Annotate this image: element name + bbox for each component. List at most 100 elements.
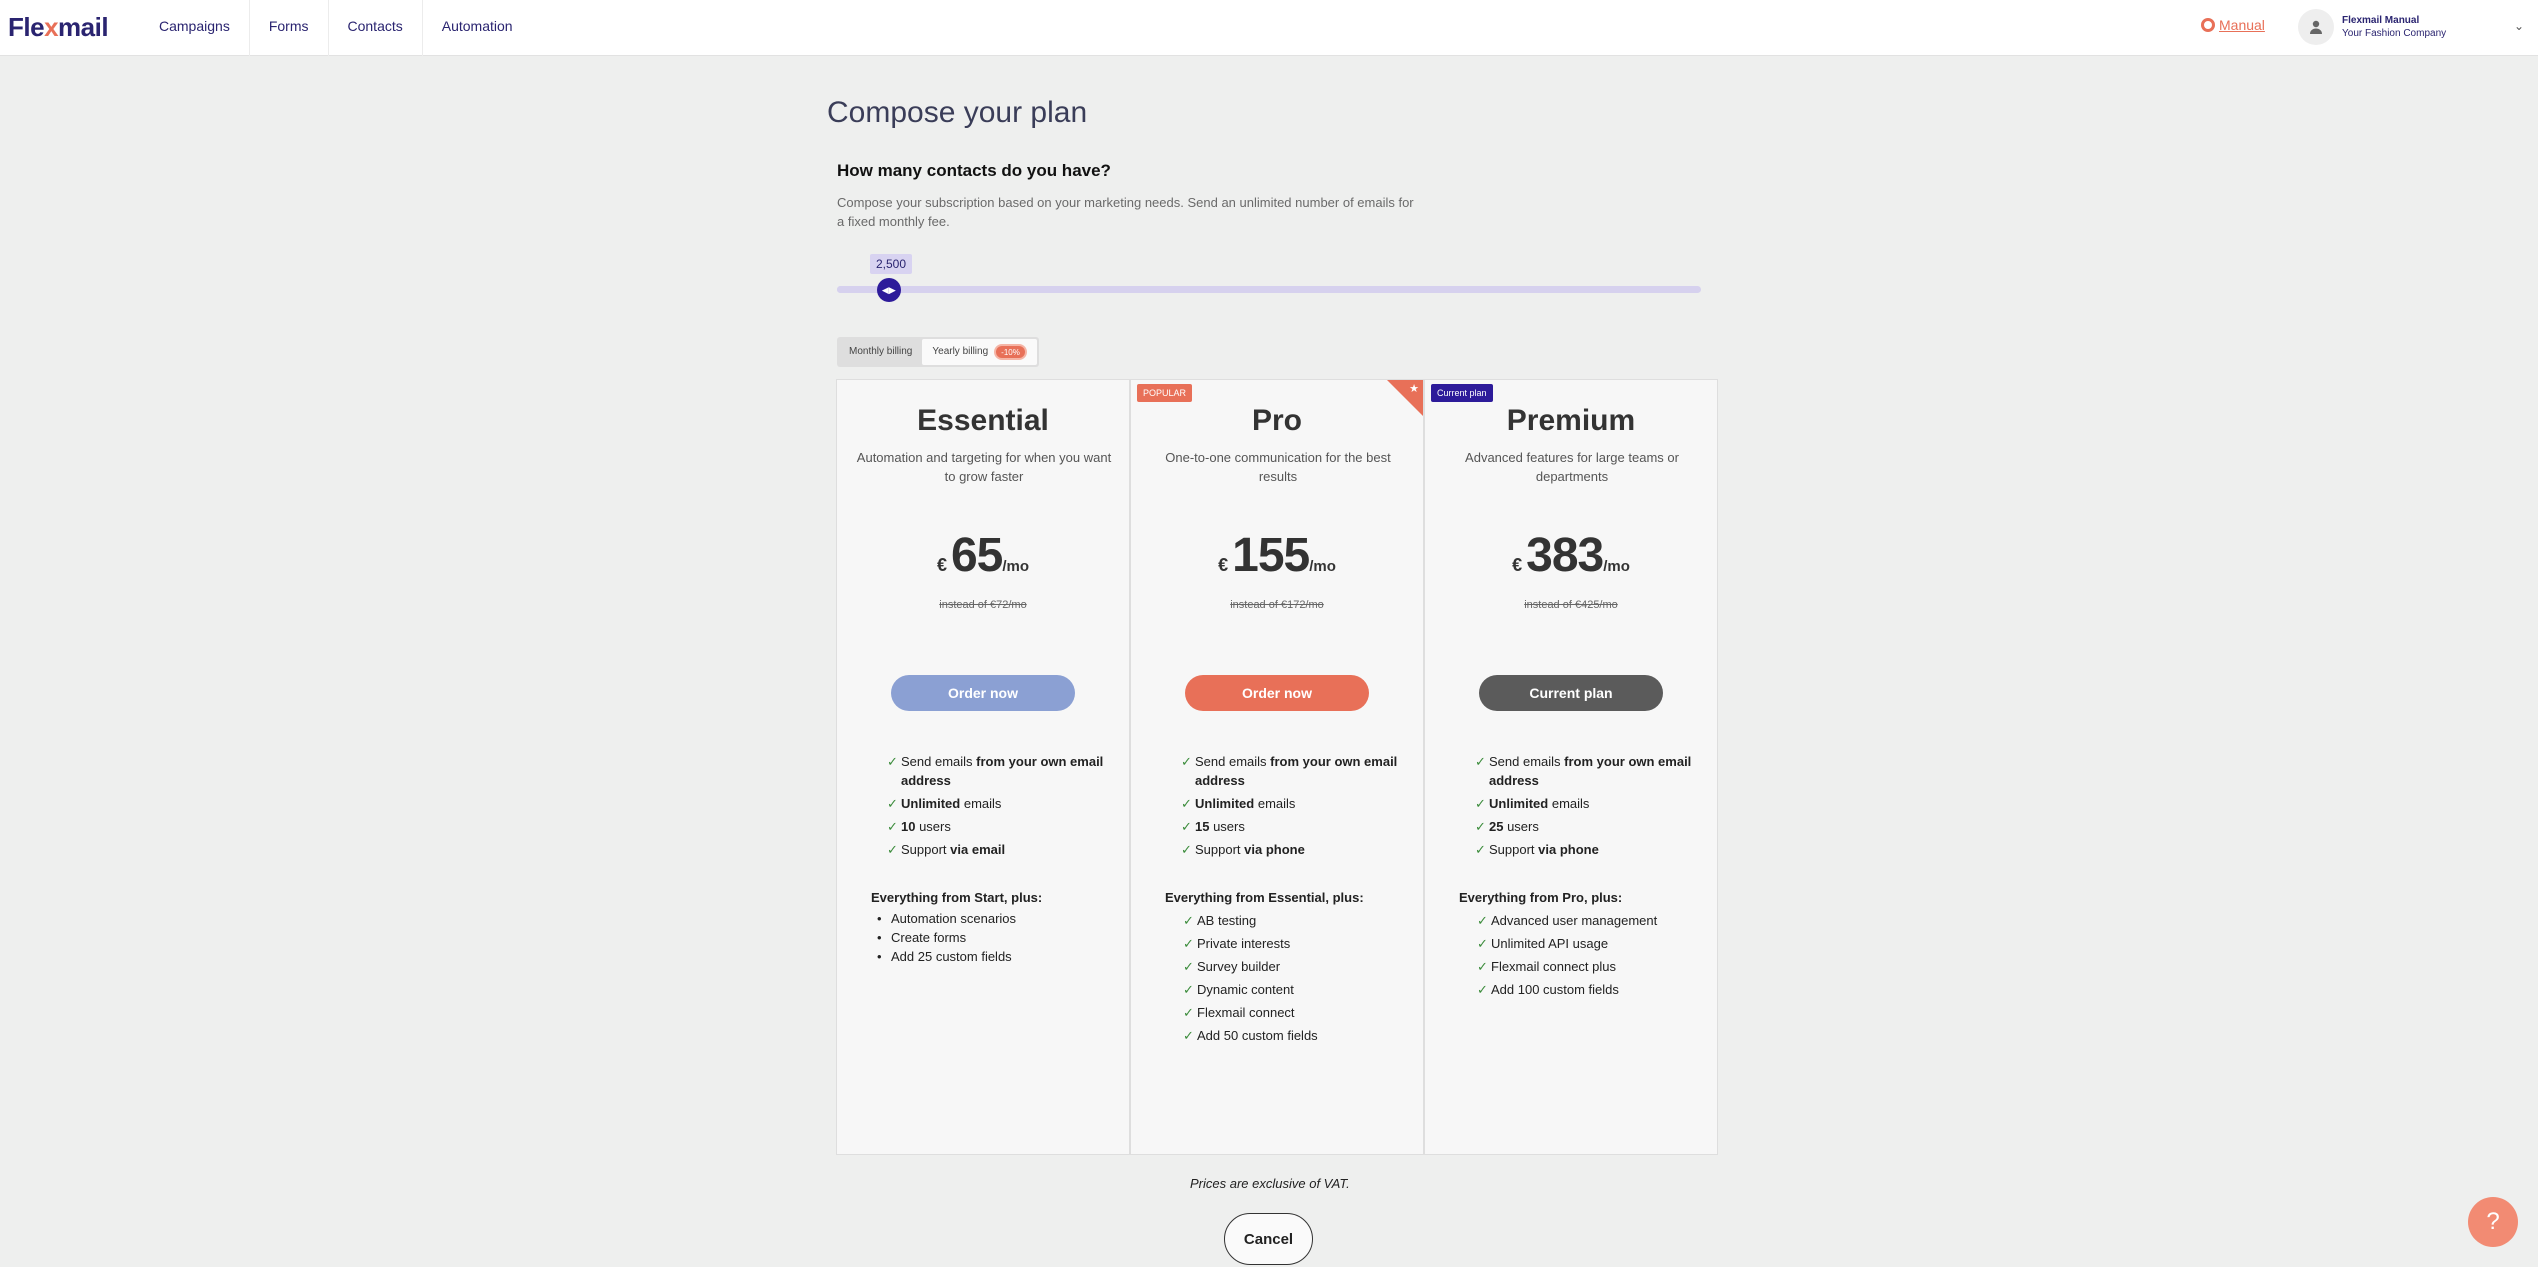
feature-item: ✓ 10 users: [887, 817, 1107, 836]
yearly-billing-label: Yearly billing: [932, 346, 989, 357]
feature-item: ✓ Unlimited emails: [1181, 794, 1401, 813]
extras-list: ✓ AB testing ✓ Private interests ✓ Survey b…: [1165, 911, 1415, 1049]
check-icon: ✓: [1183, 959, 1194, 974]
check-icon: ✓: [1181, 819, 1192, 834]
check-icon: ✓: [1477, 959, 1488, 974]
feature-text: Send emails: [901, 754, 977, 769]
old-price: instead of €425/mo: [1524, 599, 1618, 611]
flexmail-logo[interactable]: Flexmail: [8, 12, 109, 43]
yearly-billing-option[interactable]: Yearly billing -10%: [922, 339, 1037, 365]
extras-list: • Automation scenarios • Create forms • Add…: [871, 909, 1121, 966]
star-icon: ★: [1409, 383, 1419, 395]
check-icon: ✓: [887, 819, 898, 834]
manual-link-label: Manual: [2219, 17, 2265, 33]
manual-link[interactable]: Manual: [2201, 17, 2265, 33]
check-icon: ✓: [1183, 936, 1194, 951]
extra-item: ✓ Unlimited API usage: [1459, 934, 1709, 953]
extras-title: Everything from Start, plus:: [871, 890, 1043, 905]
extra-item: • Add 25 custom fields: [871, 947, 1121, 966]
logo-text-prefix: Fle: [8, 12, 45, 42]
extra-text: Unlimited API usage: [1491, 936, 1609, 951]
avatar: [2298, 9, 2334, 45]
feature-bold-text: Unlimited: [1195, 796, 1255, 811]
extra-item: ✓ Private interests: [1165, 934, 1415, 953]
extras-list: ✓ Advanced user management ✓ Unlimited API…: [1459, 911, 1709, 1003]
main-nav: Campaigns Forms Contacts Automation: [140, 0, 532, 56]
user-account-menu[interactable]: Flexmail Manual Your Fashion Company ⌄: [2298, 6, 2524, 48]
contacts-question: How many contacts do you have?: [837, 161, 1111, 180]
nav-item-forms[interactable]: Forms: [250, 0, 329, 56]
feature-item: ✓ Send emails from your own email address: [887, 752, 1107, 790]
feature-list: ✓ Send emails from your own email address…: [1181, 752, 1401, 863]
feature-bold-text: Unlimited: [901, 796, 961, 811]
extra-text: Survey builder: [1197, 959, 1281, 974]
old-price: instead of €172/mo: [1230, 599, 1324, 611]
check-icon: ✓: [1475, 796, 1486, 811]
feature-item: ✓ 15 users: [1181, 817, 1401, 836]
feature-text: emails: [1254, 796, 1296, 811]
feature-list: ✓ Send emails from your own email address…: [1475, 752, 1695, 863]
plan-price: € 383 /mo: [1425, 528, 1717, 583]
extra-item: ✓ Add 50 custom fields: [1165, 1026, 1415, 1045]
order-now-button[interactable]: Order now: [891, 675, 1075, 711]
extra-item: ✓ Dynamic content: [1165, 980, 1415, 999]
nav-item-campaigns[interactable]: Campaigns: [140, 0, 250, 56]
extra-text: Automation scenarios: [891, 911, 1017, 926]
extra-item: ✓ AB testing: [1165, 911, 1415, 930]
check-icon: ✓: [1475, 842, 1486, 857]
monthly-billing-option[interactable]: Monthly billing: [839, 339, 922, 365]
extra-item: ✓ Flexmail connect: [1165, 1003, 1415, 1022]
plan-name: Essential: [917, 404, 1049, 437]
feature-bold-text: 10: [901, 819, 916, 834]
price-amount: 155: [1232, 529, 1310, 582]
extra-item: ✓ Add 100 custom fields: [1459, 980, 1709, 999]
current-plan-button[interactable]: Current plan: [1479, 675, 1663, 711]
extra-text: Flexmail connect: [1197, 1005, 1295, 1020]
plan-card-premium: Current plan Premium Advanced features f…: [1424, 379, 1718, 1155]
check-icon: ✓: [887, 842, 898, 857]
feature-list: ✓ Send emails from your own email address…: [887, 752, 1107, 863]
extra-text: Add 100 custom fields: [1491, 982, 1619, 997]
old-price: instead of €72/mo: [939, 599, 1027, 611]
bullet-icon: •: [877, 949, 882, 964]
check-icon: ✓: [1183, 1028, 1194, 1043]
discount-badge: -10%: [994, 344, 1027, 360]
plan-card-pro: POPULAR ★ Pro One-to-one communication f…: [1130, 379, 1424, 1155]
feature-item: ✓ Send emails from your own email address: [1475, 752, 1695, 790]
extra-text: Add 50 custom fields: [1197, 1028, 1318, 1043]
feature-text: emails: [1548, 796, 1590, 811]
feature-bold-text: 25: [1489, 819, 1504, 834]
order-now-button[interactable]: Order now: [1185, 675, 1369, 711]
feature-item: ✓ Send emails from your own email address: [1181, 752, 1401, 790]
nav-item-contacts[interactable]: Contacts: [329, 0, 423, 56]
price-period: /mo: [1309, 558, 1336, 575]
extra-text: Private interests: [1197, 936, 1291, 951]
check-icon: ✓: [1477, 936, 1488, 951]
feature-text: users: [1209, 819, 1245, 834]
help-button[interactable]: ?: [2468, 1197, 2518, 1247]
vat-note: Prices are exclusive of VAT.: [1190, 1176, 1350, 1191]
bullet-icon: •: [877, 930, 882, 945]
popular-badge: POPULAR: [1137, 384, 1193, 402]
logo-text-x: x: [44, 12, 59, 42]
feature-bold-text: 15: [1195, 819, 1210, 834]
extra-text: Flexmail connect plus: [1491, 959, 1616, 974]
check-icon: ✓: [1475, 754, 1486, 769]
plan-price: € 65 /mo: [837, 528, 1129, 583]
check-icon: ✓: [1475, 819, 1486, 834]
contacts-slider-track[interactable]: [837, 286, 1701, 293]
feature-text: Support: [901, 842, 951, 857]
page-title: Compose your plan: [827, 96, 1088, 129]
cancel-button[interactable]: Cancel: [1224, 1213, 1313, 1265]
check-icon: ✓: [1183, 913, 1194, 928]
price-amount: 383: [1526, 529, 1604, 582]
feature-text: Support: [1195, 842, 1245, 857]
feature-text: Send emails: [1489, 754, 1565, 769]
feature-item: ✓ Unlimited emails: [1475, 794, 1695, 813]
contacts-slider-handle[interactable]: ◀▶: [876, 278, 901, 302]
feature-text: users: [1503, 819, 1539, 834]
check-icon: ✓: [1477, 913, 1488, 928]
nav-item-automation[interactable]: Automation: [423, 0, 532, 56]
plan-description: Compose your subscription based on your …: [837, 195, 1414, 229]
plan-card-essential: Essential Automation and targeting for w…: [836, 379, 1130, 1155]
